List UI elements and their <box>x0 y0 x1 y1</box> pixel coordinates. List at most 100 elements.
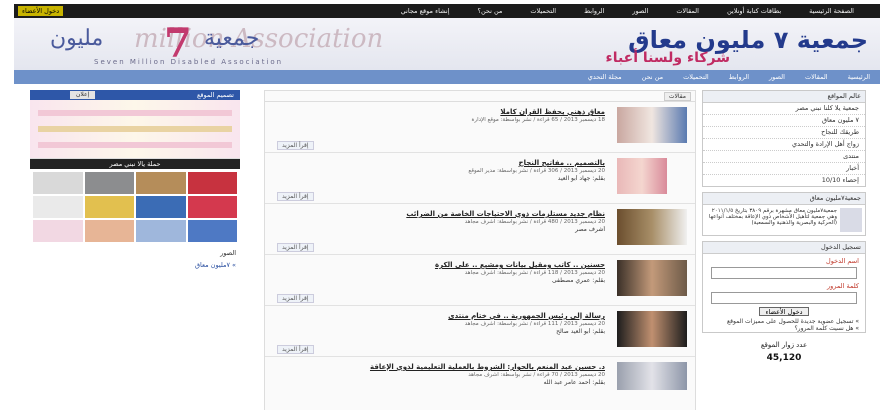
sites-box-title: عالم المواقع <box>703 91 865 103</box>
sites-item[interactable]: طريقك للنجاح <box>703 127 865 139</box>
article-item[interactable]: بالتصميم .. مفاتيح النجاح 20 ديسمبر 2013… <box>265 153 695 204</box>
top-nav-home[interactable]: الصفحة الرئيسية <box>795 7 868 15</box>
sites-item[interactable]: أخبار <box>703 163 865 175</box>
nav-articles[interactable]: المقالات <box>795 73 838 81</box>
main-nav: الرئيسية المقالات الصور الروابط التحميلا… <box>14 70 880 84</box>
right-sidebar: عالم المواقع جمعية يلا كلنا نبني مصر ٧ م… <box>702 90 866 410</box>
article-meta: 20 ديسمبر 2013 / 118 قراءة / نشر بواسطة:… <box>464 270 605 276</box>
gallery-thumb[interactable] <box>84 172 134 194</box>
about-text: جمعية٧مليون معاق مشهرة برقم ٣٨٠٩ بتاريخ … <box>708 208 837 226</box>
article-author: بقلم: جهاد أبو العيد <box>557 175 605 182</box>
article-thumbnail[interactable] <box>617 107 687 143</box>
article-thumbnail[interactable] <box>617 311 687 347</box>
about-box: جمعية٧مليون معاق جمعية٧مليون معاق مشهرة … <box>702 192 866 236</box>
top-nav-bar: الصفحة الرئيسية بطاقات كتابة أونلاين الم… <box>14 4 880 18</box>
site-banner: million Association مليون 7 جمعية Seven … <box>14 18 880 70</box>
logo-text-right: مليون <box>50 26 104 51</box>
sites-item[interactable]: جمعية يلا كلنا نبني مصر <box>703 103 865 115</box>
nav-photos[interactable]: الصور <box>759 73 795 81</box>
article-thumbnail[interactable] <box>617 158 667 194</box>
article-meta: 18 ديسمبر 2013 / 65 قراءة / نشر بواسطة: … <box>471 117 605 123</box>
top-nav-articles[interactable]: المقالات <box>662 7 713 15</box>
article-item[interactable]: نظام جديد مستلزمات ذوي الاحتياجات الخاصة… <box>265 204 695 255</box>
gallery-thumb[interactable] <box>136 196 186 218</box>
visitors-label: عدد زوار الموقع <box>760 341 808 349</box>
site-design-header: تصميم الموقع إعلان <box>30 90 240 100</box>
ad-tag: إعلان <box>70 91 96 99</box>
site-slogan: شركاء ولسنا أعباء <box>605 50 730 66</box>
forgot-password-link[interactable]: » هل نسيت كلمة المرور؟ <box>703 325 865 332</box>
article-item[interactable]: د. حسين عبد المنعم بالحوار: الشروط بالعم… <box>265 357 695 397</box>
gallery-thumb[interactable] <box>187 172 237 194</box>
photos-link[interactable]: » ٧مليون معاق <box>30 261 240 269</box>
top-nav-links[interactable]: الروابط <box>570 7 618 15</box>
sites-item[interactable]: زواج أهل الإرادة والتحدي <box>703 139 865 151</box>
article-author: بقلم: أحمد عامر عبد الله <box>543 379 606 386</box>
article-author: أشرف مصر <box>575 226 605 233</box>
campaign-header: حملة يالا نبني مصر <box>30 159 240 169</box>
photo-gallery <box>30 169 240 245</box>
article-item[interactable]: رسالة إلى رئيس الجمهورية .. في ختام منتد… <box>265 306 695 357</box>
login-button[interactable]: دخول الأعضاء <box>759 307 809 316</box>
login-box-title: تسجيل الدخول <box>703 242 865 254</box>
article-item[interactable]: حسنين .. كاتب ومقيل بيانات ومشيع .. على … <box>265 255 695 306</box>
username-input[interactable] <box>711 267 857 279</box>
article-meta: 20 ديسمبر 2013 / 306 قراءة / نشر بواسطة:… <box>468 168 605 174</box>
gallery-thumb[interactable] <box>33 220 83 242</box>
article-title[interactable]: د. حسين عبد المنعم بالحوار: الشروط بالعم… <box>285 363 605 371</box>
gallery-thumb[interactable] <box>84 196 134 218</box>
visitors-count: 45,120 <box>766 353 802 363</box>
password-input[interactable] <box>711 292 857 304</box>
read-more-link[interactable]: إقرأ المزيد <box>277 294 314 303</box>
article-item[interactable]: معاق ذهني يحفظ القرآن كاملا 18 ديسمبر 20… <box>265 102 695 153</box>
read-more-link[interactable]: إقرأ المزيد <box>277 141 314 150</box>
gallery-thumb[interactable] <box>187 220 237 242</box>
nav-links[interactable]: الروابط <box>719 73 759 81</box>
read-more-link[interactable]: إقرأ المزيد <box>277 243 314 252</box>
article-title[interactable]: رسالة إلى رئيس الجمهورية .. في ختام منتد… <box>285 312 605 320</box>
article-thumbnail[interactable] <box>617 362 687 390</box>
sites-item[interactable]: ٧ مليون معاق <box>703 115 865 127</box>
article-thumbnail[interactable] <box>617 260 687 296</box>
article-author: بقلم: أبو العيد صالح <box>556 328 605 335</box>
article-title[interactable]: نظام جديد مستلزمات ذوي الاحتياجات الخاصة… <box>285 210 605 218</box>
page: الصفحة الرئيسية بطاقات كتابة أونلاين الم… <box>14 4 880 410</box>
sites-item[interactable]: إحصاء 10/10 <box>703 175 865 186</box>
gallery-thumb[interactable] <box>187 196 237 218</box>
about-box-title: جمعية٧مليون معاق <box>703 193 865 205</box>
password-label: كلمة المرور <box>827 282 859 290</box>
top-nav-cards[interactable]: بطاقات كتابة أونلاين <box>713 7 795 15</box>
article-thumbnail[interactable] <box>617 209 687 245</box>
nav-home[interactable]: الرئيسية <box>838 73 880 81</box>
left-sidebar: تصميم الموقع إعلان حملة يالا نبني مصر ال… <box>30 90 240 410</box>
top-nav-downloads[interactable]: التحميلات <box>516 7 570 15</box>
gallery-thumb[interactable] <box>136 220 186 242</box>
article-title[interactable]: بالتصميم .. مفاتيح النجاح <box>285 159 605 167</box>
about-logo-image <box>840 208 862 232</box>
logo-text-left: جمعية <box>204 26 260 51</box>
article-meta: 20 ديسمبر 2013 / 480 قراءة / نشر بواسطة:… <box>464 219 605 225</box>
top-nav-create-site[interactable]: إنشاء موقع مجاني <box>387 7 464 15</box>
members-login-link[interactable]: دخول الأعضاء <box>18 6 64 16</box>
gallery-thumb[interactable] <box>84 220 134 242</box>
top-nav-photos[interactable]: الصور <box>618 7 662 15</box>
articles-panel: مقالات معاق ذهني يحفظ القرآن كاملا 18 دي… <box>264 90 696 410</box>
gallery-thumb[interactable] <box>136 172 186 194</box>
top-nav-about[interactable]: من نحن؟ <box>464 7 517 15</box>
read-more-link[interactable]: إقرأ المزيد <box>277 345 314 354</box>
sites-box: عالم المواقع جمعية يلا كلنا نبني مصر ٧ م… <box>702 90 866 187</box>
read-more-link[interactable]: إقرأ المزيد <box>277 192 314 201</box>
nav-downloads[interactable]: التحميلات <box>673 73 719 81</box>
article-title[interactable]: حسنين .. كاتب ومقيل بيانات ومشيع .. على … <box>285 261 605 269</box>
article-meta: 20 ديسمبر 2013 / 111 قراءة / نشر بواسطة:… <box>464 321 605 327</box>
nav-about[interactable]: من نحن <box>632 73 673 81</box>
nav-magazine[interactable]: مجلة التحدي <box>578 73 632 81</box>
sites-item[interactable]: منتدى <box>703 151 865 163</box>
logo-english: Seven Million Disabled Association <box>94 58 284 66</box>
register-link[interactable]: » تسجيل عضوية جديدة للحصول على مميزات ال… <box>703 318 865 325</box>
gallery-thumb[interactable] <box>33 172 83 194</box>
article-title[interactable]: معاق ذهني يحفظ القرآن كاملا <box>285 108 605 116</box>
gallery-thumb[interactable] <box>33 196 83 218</box>
ad-banner[interactable] <box>30 100 240 159</box>
articles-header: مقالات <box>265 91 695 102</box>
